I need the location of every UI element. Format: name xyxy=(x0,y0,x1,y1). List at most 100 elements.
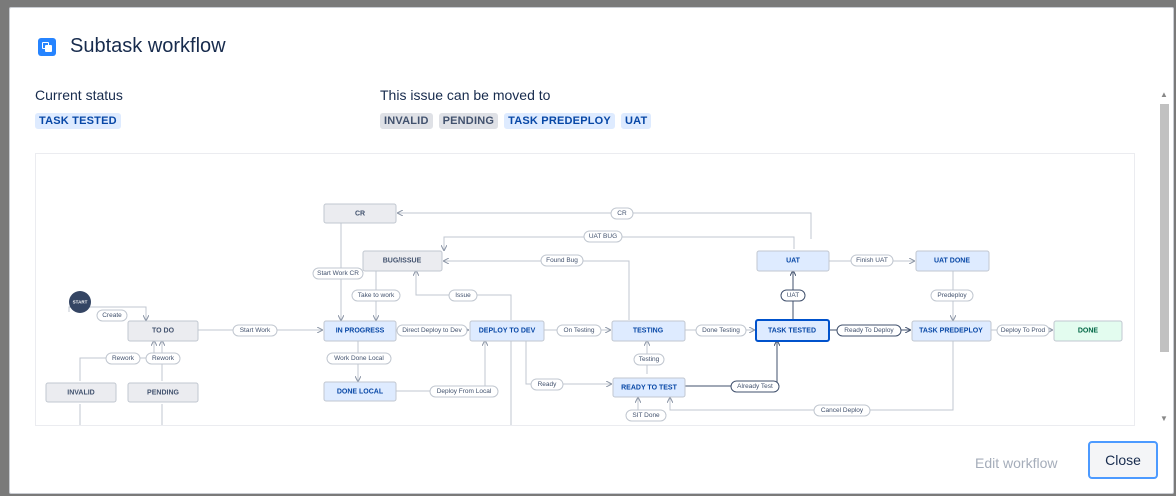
workflow-svg: START TO DO IN PROGRESS DEPLOY TO DEV TE… xyxy=(45,203,1123,425)
transition-testing[interactable]: Testing xyxy=(633,353,665,366)
transition-label: Predeploy xyxy=(937,292,967,299)
status-label: UAT DONE xyxy=(934,258,970,265)
transition-label: Cancel Deploy xyxy=(821,407,864,414)
status-task-predeploy[interactable]: TASK PREDEPLOY xyxy=(911,320,992,342)
transition-label: Work Done Local xyxy=(334,355,384,362)
start-node[interactable]: START xyxy=(69,291,91,313)
status-deploy-to-dev[interactable]: DEPLOY TO DEV xyxy=(469,320,545,342)
transition-deploy-from-local[interactable]: Deploy From Local xyxy=(429,385,499,398)
current-status-label: Current status xyxy=(35,87,123,103)
transition-on-testing[interactable]: On Testing xyxy=(556,324,602,337)
status-ready-to-test[interactable]: READY TO TEST xyxy=(612,377,686,398)
transition-label: Found Bug xyxy=(546,257,578,264)
scroll-thumb[interactable] xyxy=(1160,104,1169,352)
transition-label: Testing xyxy=(639,356,660,363)
status-lozenge-pending: PENDING xyxy=(438,113,499,129)
transition-label: CR xyxy=(617,210,627,217)
dialog-title: Subtask workflow xyxy=(70,35,226,57)
moved-to-label: This issue can be moved to xyxy=(380,87,551,103)
status-to-do[interactable]: TO DO xyxy=(127,320,199,342)
close-button[interactable]: Close xyxy=(1088,441,1158,479)
dialog-scrollbar[interactable]: ▲ ▼ xyxy=(1158,88,1171,428)
transition-ready-to-deploy[interactable]: Ready To Deploy xyxy=(836,324,902,337)
edge-already-test xyxy=(685,341,777,387)
transition-label: Create xyxy=(102,312,122,319)
transition-label: UAT BUG xyxy=(589,233,617,240)
status-task-tested[interactable]: TASK TESTED xyxy=(755,319,830,342)
status-label: READY TO TEST xyxy=(621,385,677,392)
scroll-up-arrow-icon[interactable]: ▲ xyxy=(1160,90,1168,99)
status-uat-done[interactable]: UAT DONE xyxy=(915,250,990,272)
transition-uat[interactable]: UAT xyxy=(780,289,806,302)
status-label: INVALID xyxy=(67,390,94,397)
transition-rework-2[interactable]: Rework xyxy=(145,352,181,365)
transition-done-testing[interactable]: Done Testing xyxy=(695,324,747,337)
transition-label: Rework xyxy=(152,355,175,362)
transition-label: Start Work CR xyxy=(317,270,359,277)
transition-deploy-to-prod[interactable]: Deploy To Prod xyxy=(996,324,1050,337)
workflow-dialog: Subtask workflow Current status TASK TES… xyxy=(9,7,1174,494)
transition-issue[interactable]: Issue xyxy=(448,289,478,302)
transition-predeploy[interactable]: Predeploy xyxy=(930,289,974,302)
workflow-edges xyxy=(68,213,1052,425)
status-testing[interactable]: TESTING xyxy=(611,320,686,342)
status-label: DONE LOCAL xyxy=(337,389,384,396)
transition-label: Finish UAT xyxy=(856,257,888,264)
status-invalid[interactable]: INVALID xyxy=(45,382,117,403)
transition-ready[interactable]: Ready xyxy=(530,378,564,391)
transition-rework-1[interactable]: Rework xyxy=(105,352,141,365)
transition-create[interactable]: Create xyxy=(96,309,128,322)
transition-finish-uat[interactable]: Finish UAT xyxy=(850,254,894,267)
status-done[interactable]: DONE xyxy=(1053,320,1123,342)
status-label: PENDING xyxy=(147,390,179,397)
status-label: CR xyxy=(355,211,365,218)
transition-already-test[interactable]: Already Test xyxy=(730,380,780,393)
transition-cr[interactable]: CR xyxy=(610,207,634,220)
status-label: IN PROGRESS xyxy=(336,328,385,335)
scroll-down-arrow-icon[interactable]: ▼ xyxy=(1160,414,1168,423)
status-done-local[interactable]: DONE LOCAL xyxy=(323,381,397,402)
edit-workflow-link[interactable]: Edit workflow xyxy=(975,455,1057,471)
status-cr[interactable]: CR xyxy=(323,203,397,224)
status-label: BUG/ISSUE xyxy=(383,258,422,265)
status-label: TASK TESTED xyxy=(768,328,816,335)
transition-label: Ready To Deploy xyxy=(844,327,894,334)
transition-found-bug[interactable]: Found Bug xyxy=(540,254,584,267)
transition-direct-deploy[interactable]: Direct Deploy to Dev xyxy=(396,324,468,337)
current-status: TASK TESTED xyxy=(35,113,121,129)
transition-cancel-deploy[interactable]: Cancel Deploy xyxy=(813,404,871,417)
workflow-diagram[interactable]: START TO DO IN PROGRESS DEPLOY TO DEV TE… xyxy=(35,153,1135,426)
transition-label: UAT xyxy=(787,292,800,299)
transition-label: On Testing xyxy=(564,327,595,334)
status-uat[interactable]: UAT xyxy=(756,250,830,272)
status-bug-issue[interactable]: BUG/ISSUE xyxy=(362,250,443,272)
status-label: TO DO xyxy=(152,328,175,335)
transition-label: Ready xyxy=(538,381,558,388)
status-label: DEPLOY TO DEV xyxy=(479,328,536,335)
dialog-header: Subtask workflow xyxy=(38,35,226,58)
edge-ready xyxy=(525,341,611,384)
transition-label: Already Test xyxy=(737,383,773,390)
status-label: TASK PREDEPLOY xyxy=(919,328,983,335)
transition-start-work[interactable]: Start Work xyxy=(232,324,278,337)
transition-work-done-local[interactable]: Work Done Local xyxy=(326,352,392,365)
status-lozenge-uat: UAT xyxy=(620,113,652,129)
transition-uat-bug[interactable]: UAT BUG xyxy=(583,230,623,243)
transition-label: Done Testing xyxy=(702,327,740,334)
transition-take-to-work[interactable]: Take to work xyxy=(351,289,401,302)
status-lozenge-invalid: INVALID xyxy=(380,113,433,129)
current-status-lozenge: TASK TESTED xyxy=(35,113,121,129)
transition-label: Direct Deploy to Dev xyxy=(402,327,462,334)
status-in-progress[interactable]: IN PROGRESS xyxy=(323,320,397,342)
subtask-icon xyxy=(38,37,56,56)
transition-label: SIT Done xyxy=(632,412,660,419)
status-pending[interactable]: PENDING xyxy=(127,382,199,403)
transition-start-work-cr[interactable]: Start Work CR xyxy=(312,267,364,280)
transition-label: Deploy From Local xyxy=(437,388,492,395)
transition-label: Deploy To Prod xyxy=(1001,327,1046,334)
transition-label: Take to work xyxy=(358,292,395,299)
transition-sit-done[interactable]: SIT Done xyxy=(625,409,667,422)
status-label: TESTING xyxy=(633,328,664,335)
start-node-label: START xyxy=(73,300,88,305)
status-label: UAT xyxy=(786,258,801,265)
